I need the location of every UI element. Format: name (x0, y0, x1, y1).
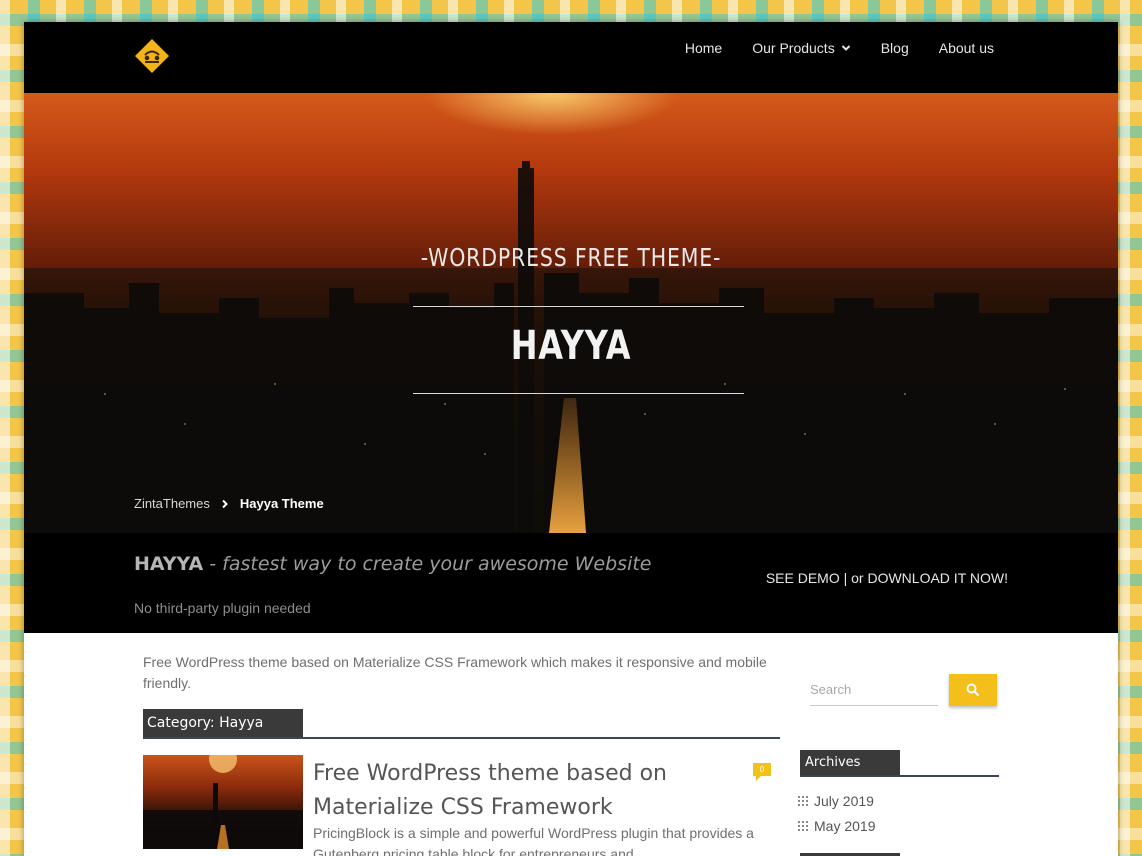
page: Home Our Products Blog About us -WORDPRE… (24, 22, 1118, 856)
hero-divider-bottom (413, 393, 744, 394)
archives-label: Archives (800, 750, 900, 775)
post-excerpt: PricingBlock is a simple and powerful Wo… (313, 825, 754, 856)
hero-subtitle: -WORDPRESS FREE THEME- (420, 243, 722, 272)
post-thumbnail[interactable] (143, 755, 303, 849)
see-demo-download-link[interactable]: SEE DEMO | or DOWNLOAD IT NOW! (766, 570, 1008, 586)
strip-note: No third-party plugin needed (134, 600, 311, 616)
hero-divider-top (413, 306, 744, 307)
tagline-strip: HAYYA - fastest way to create your aweso… (24, 533, 1118, 633)
site-header: Home Our Products Blog About us (24, 22, 1118, 93)
nav-about-us-label: About us (938, 40, 994, 56)
hero-banner: -WORDPRESS FREE THEME- HAYYA ZintaThemes… (24, 93, 1118, 533)
nav-about-us[interactable]: About us (939, 40, 994, 56)
grid-icon (798, 820, 808, 831)
nav-our-products-label: Our Products (752, 40, 835, 56)
category-label: Category: Hayya Theme (143, 709, 303, 759)
tagline-brand: HAYYA (134, 553, 204, 575)
nav-our-products[interactable]: Our Products (752, 40, 850, 56)
nav-blog-label: Blog (880, 40, 909, 56)
breadcrumb-current: Hayya Theme (239, 496, 324, 511)
chevron-right-icon (222, 499, 228, 508)
search-input[interactable] (810, 673, 938, 706)
diamond-logo-icon[interactable] (134, 38, 170, 74)
breadcrumb-home-link[interactable]: ZintaThemes (134, 496, 210, 511)
grid-icon (798, 795, 808, 806)
post-title-link[interactable]: Free WordPress theme based on Materializ… (313, 757, 763, 825)
main-nav: Home Our Products Blog About us (685, 22, 994, 74)
city-skyline-image (24, 161, 1118, 533)
archive-item-july-2019[interactable]: July 2019 (798, 788, 875, 813)
hero-title: HAYYA (510, 323, 632, 369)
tagline: HAYYA - fastest way to create your aweso… (134, 553, 652, 575)
archives-heading: Archives (800, 750, 999, 777)
archive-item-label: May 2019 (814, 817, 876, 834)
chevron-down-icon (841, 45, 850, 51)
comment-icon[interactable]: 0 (753, 763, 771, 781)
search-icon (966, 683, 980, 697)
nav-home-label: Home (684, 40, 723, 56)
archive-item-may-2019[interactable]: May 2019 (798, 813, 875, 838)
category-heading: Category: Hayya Theme (143, 709, 780, 759)
search-button[interactable] (949, 674, 997, 706)
breadcrumb: ZintaThemes Hayya Theme (134, 496, 324, 511)
nav-home[interactable]: Home (685, 40, 722, 56)
intro-text: Free WordPress theme based on Materializ… (143, 654, 767, 691)
tagline-text: - fastest way to create your awesome Web… (203, 553, 652, 575)
comment-count: 0 (759, 765, 765, 774)
nav-blog[interactable]: Blog (881, 40, 909, 56)
post-thumbnail-image (143, 755, 303, 849)
archives-list: July 2019 May 2019 (798, 788, 875, 838)
archive-item-label: July 2019 (814, 792, 874, 809)
